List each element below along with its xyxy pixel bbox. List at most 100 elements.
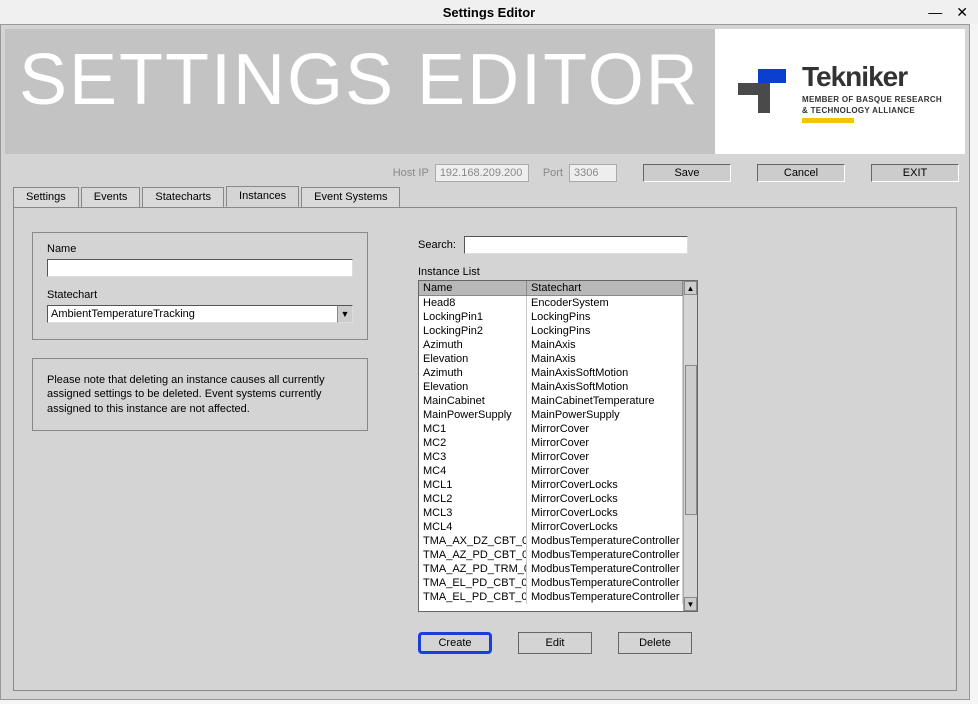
cell-name: Azimuth: [419, 338, 527, 352]
cell-statechart: MainAxis: [527, 352, 683, 366]
scroll-down-icon[interactable]: ▼: [684, 597, 697, 611]
cell-name: Head8: [419, 296, 527, 310]
delete-note: Please note that deleting an instance ca…: [32, 358, 368, 431]
cell-statechart: EncoderSystem: [527, 296, 683, 310]
create-button[interactable]: Create: [418, 632, 492, 654]
cell-name: MC3: [419, 450, 527, 464]
search-label: Search:: [418, 239, 456, 251]
name-label: Name: [47, 243, 347, 255]
logo-brand: Tekniker: [802, 61, 942, 93]
cell-statechart: MainAxisSoftMotion: [527, 380, 683, 394]
logo-underline: [802, 118, 854, 123]
scrollbar[interactable]: ▲ ▼: [683, 281, 697, 611]
table-row[interactable]: ElevationMainAxis: [419, 352, 683, 366]
col-statechart[interactable]: Statechart: [527, 281, 683, 295]
table-row[interactable]: MCL1MirrorCoverLocks: [419, 478, 683, 492]
tab-event-systems[interactable]: Event Systems: [301, 187, 400, 208]
scroll-up-icon[interactable]: ▲: [684, 281, 697, 295]
tab-content: Name Statechart ▼ Please note that delet…: [13, 207, 957, 691]
tabs: Settings Events Statecharts Instances Ev…: [13, 186, 969, 207]
search-row: Search:: [418, 236, 688, 254]
table-row[interactable]: TMA_AX_DZ_CBT_0ModbusTemperatureControll…: [419, 534, 683, 548]
table-row[interactable]: LockingPin2LockingPins: [419, 324, 683, 338]
tab-instances[interactable]: Instances: [226, 186, 299, 207]
statechart-label: Statechart: [47, 289, 347, 301]
chevron-down-icon[interactable]: ▼: [337, 305, 353, 323]
cell-name: MC1: [419, 422, 527, 436]
banner: SETTINGS EDITOR Tekniker MEMBER OF BASQU…: [5, 29, 965, 154]
cell-name: TMA_AX_DZ_CBT_0: [419, 534, 527, 548]
cell-statechart: LockingPins: [527, 310, 683, 324]
window-title: Settings Editor: [443, 5, 535, 20]
cell-name: MC2: [419, 436, 527, 450]
tab-statecharts[interactable]: Statecharts: [142, 187, 224, 208]
table-row[interactable]: LockingPin1LockingPins: [419, 310, 683, 324]
tab-settings[interactable]: Settings: [13, 187, 79, 208]
col-name[interactable]: Name: [419, 281, 527, 295]
instance-form: Name Statechart ▼: [32, 232, 368, 340]
cell-statechart: MainAxisSoftMotion: [527, 366, 683, 380]
table-row[interactable]: TMA_AZ_PD_CBT_0ModbusTemperatureControll…: [419, 548, 683, 562]
table-row[interactable]: MC2MirrorCover: [419, 436, 683, 450]
cell-name: MainPowerSupply: [419, 408, 527, 422]
cell-name: LockingPin1: [419, 310, 527, 324]
banner-title: SETTINGS EDITOR: [19, 39, 700, 121]
cell-name: TMA_AZ_PD_TRM_0: [419, 562, 527, 576]
table-row[interactable]: MainCabinetMainCabinetTemperature: [419, 394, 683, 408]
cell-statechart: ModbusTemperatureController: [527, 534, 683, 548]
statechart-combo[interactable]: ▼: [47, 305, 353, 323]
logo: Tekniker MEMBER OF BASQUE RESEARCH & TEC…: [715, 29, 965, 154]
table-row[interactable]: TMA_EL_PD_CBT_0ModbusTemperatureControll…: [419, 590, 683, 604]
connection-row: Host IP Port Save Cancel EXIT: [1, 164, 959, 182]
statechart-input[interactable]: [47, 305, 337, 323]
table-row[interactable]: MCL3MirrorCoverLocks: [419, 506, 683, 520]
name-input[interactable]: [47, 259, 353, 277]
titlebar: Settings Editor — ✕: [0, 0, 978, 24]
table-row[interactable]: AzimuthMainAxisSoftMotion: [419, 366, 683, 380]
cell-name: TMA_EL_PD_CBT_0: [419, 590, 527, 604]
scroll-thumb[interactable]: [685, 365, 697, 515]
port-input[interactable]: [569, 164, 617, 182]
cell-name: MC4: [419, 464, 527, 478]
table-row[interactable]: TMA_AZ_PD_TRM_0ModbusTemperatureControll…: [419, 562, 683, 576]
tab-events[interactable]: Events: [81, 187, 141, 208]
logo-sub1: MEMBER OF BASQUE RESEARCH: [802, 95, 942, 104]
exit-button[interactable]: EXIT: [871, 164, 959, 182]
table-row[interactable]: MCL2MirrorCoverLocks: [419, 492, 683, 506]
delete-button[interactable]: Delete: [618, 632, 692, 654]
edit-button[interactable]: Edit: [518, 632, 592, 654]
table-row[interactable]: ElevationMainAxisSoftMotion: [419, 380, 683, 394]
table-row[interactable]: Head8EncoderSystem: [419, 296, 683, 310]
host-ip-input[interactable]: [435, 164, 529, 182]
cell-statechart: MainPowerSupply: [527, 408, 683, 422]
cell-statechart: ModbusTemperatureController: [527, 576, 683, 590]
cell-statechart: MirrorCoverLocks: [527, 506, 683, 520]
logo-sub2: & TECHNOLOGY ALLIANCE: [802, 106, 942, 115]
table-row[interactable]: AzimuthMainAxis: [419, 338, 683, 352]
cell-statechart: MainAxis: [527, 338, 683, 352]
action-row: Create Edit Delete: [418, 632, 692, 654]
cell-statechart: LockingPins: [527, 324, 683, 338]
cell-name: MCL4: [419, 520, 527, 534]
instance-list: Name Statechart Head8EncoderSystemLockin…: [418, 280, 698, 612]
table-row[interactable]: MC1MirrorCover: [419, 422, 683, 436]
search-input[interactable]: [464, 236, 688, 254]
table-row[interactable]: TMA_EL_PD_CBT_0ModbusTemperatureControll…: [419, 576, 683, 590]
cell-statechart: MirrorCoverLocks: [527, 492, 683, 506]
table-header: Name Statechart: [419, 281, 683, 296]
table-row[interactable]: MC3MirrorCover: [419, 450, 683, 464]
minimize-icon[interactable]: —: [928, 4, 942, 21]
cell-name: Elevation: [419, 380, 527, 394]
cell-statechart: MirrorCover: [527, 422, 683, 436]
save-button[interactable]: Save: [643, 164, 731, 182]
cell-name: LockingPin2: [419, 324, 527, 338]
main-window: SETTINGS EDITOR Tekniker MEMBER OF BASQU…: [0, 24, 970, 700]
table-row[interactable]: MainPowerSupplyMainPowerSupply: [419, 408, 683, 422]
table-row[interactable]: MC4MirrorCover: [419, 464, 683, 478]
cell-statechart: MirrorCover: [527, 450, 683, 464]
cell-name: MainCabinet: [419, 394, 527, 408]
cancel-button[interactable]: Cancel: [757, 164, 845, 182]
close-icon[interactable]: ✕: [956, 4, 968, 21]
table-row[interactable]: MCL4MirrorCoverLocks: [419, 520, 683, 534]
cell-name: TMA_EL_PD_CBT_0: [419, 576, 527, 590]
